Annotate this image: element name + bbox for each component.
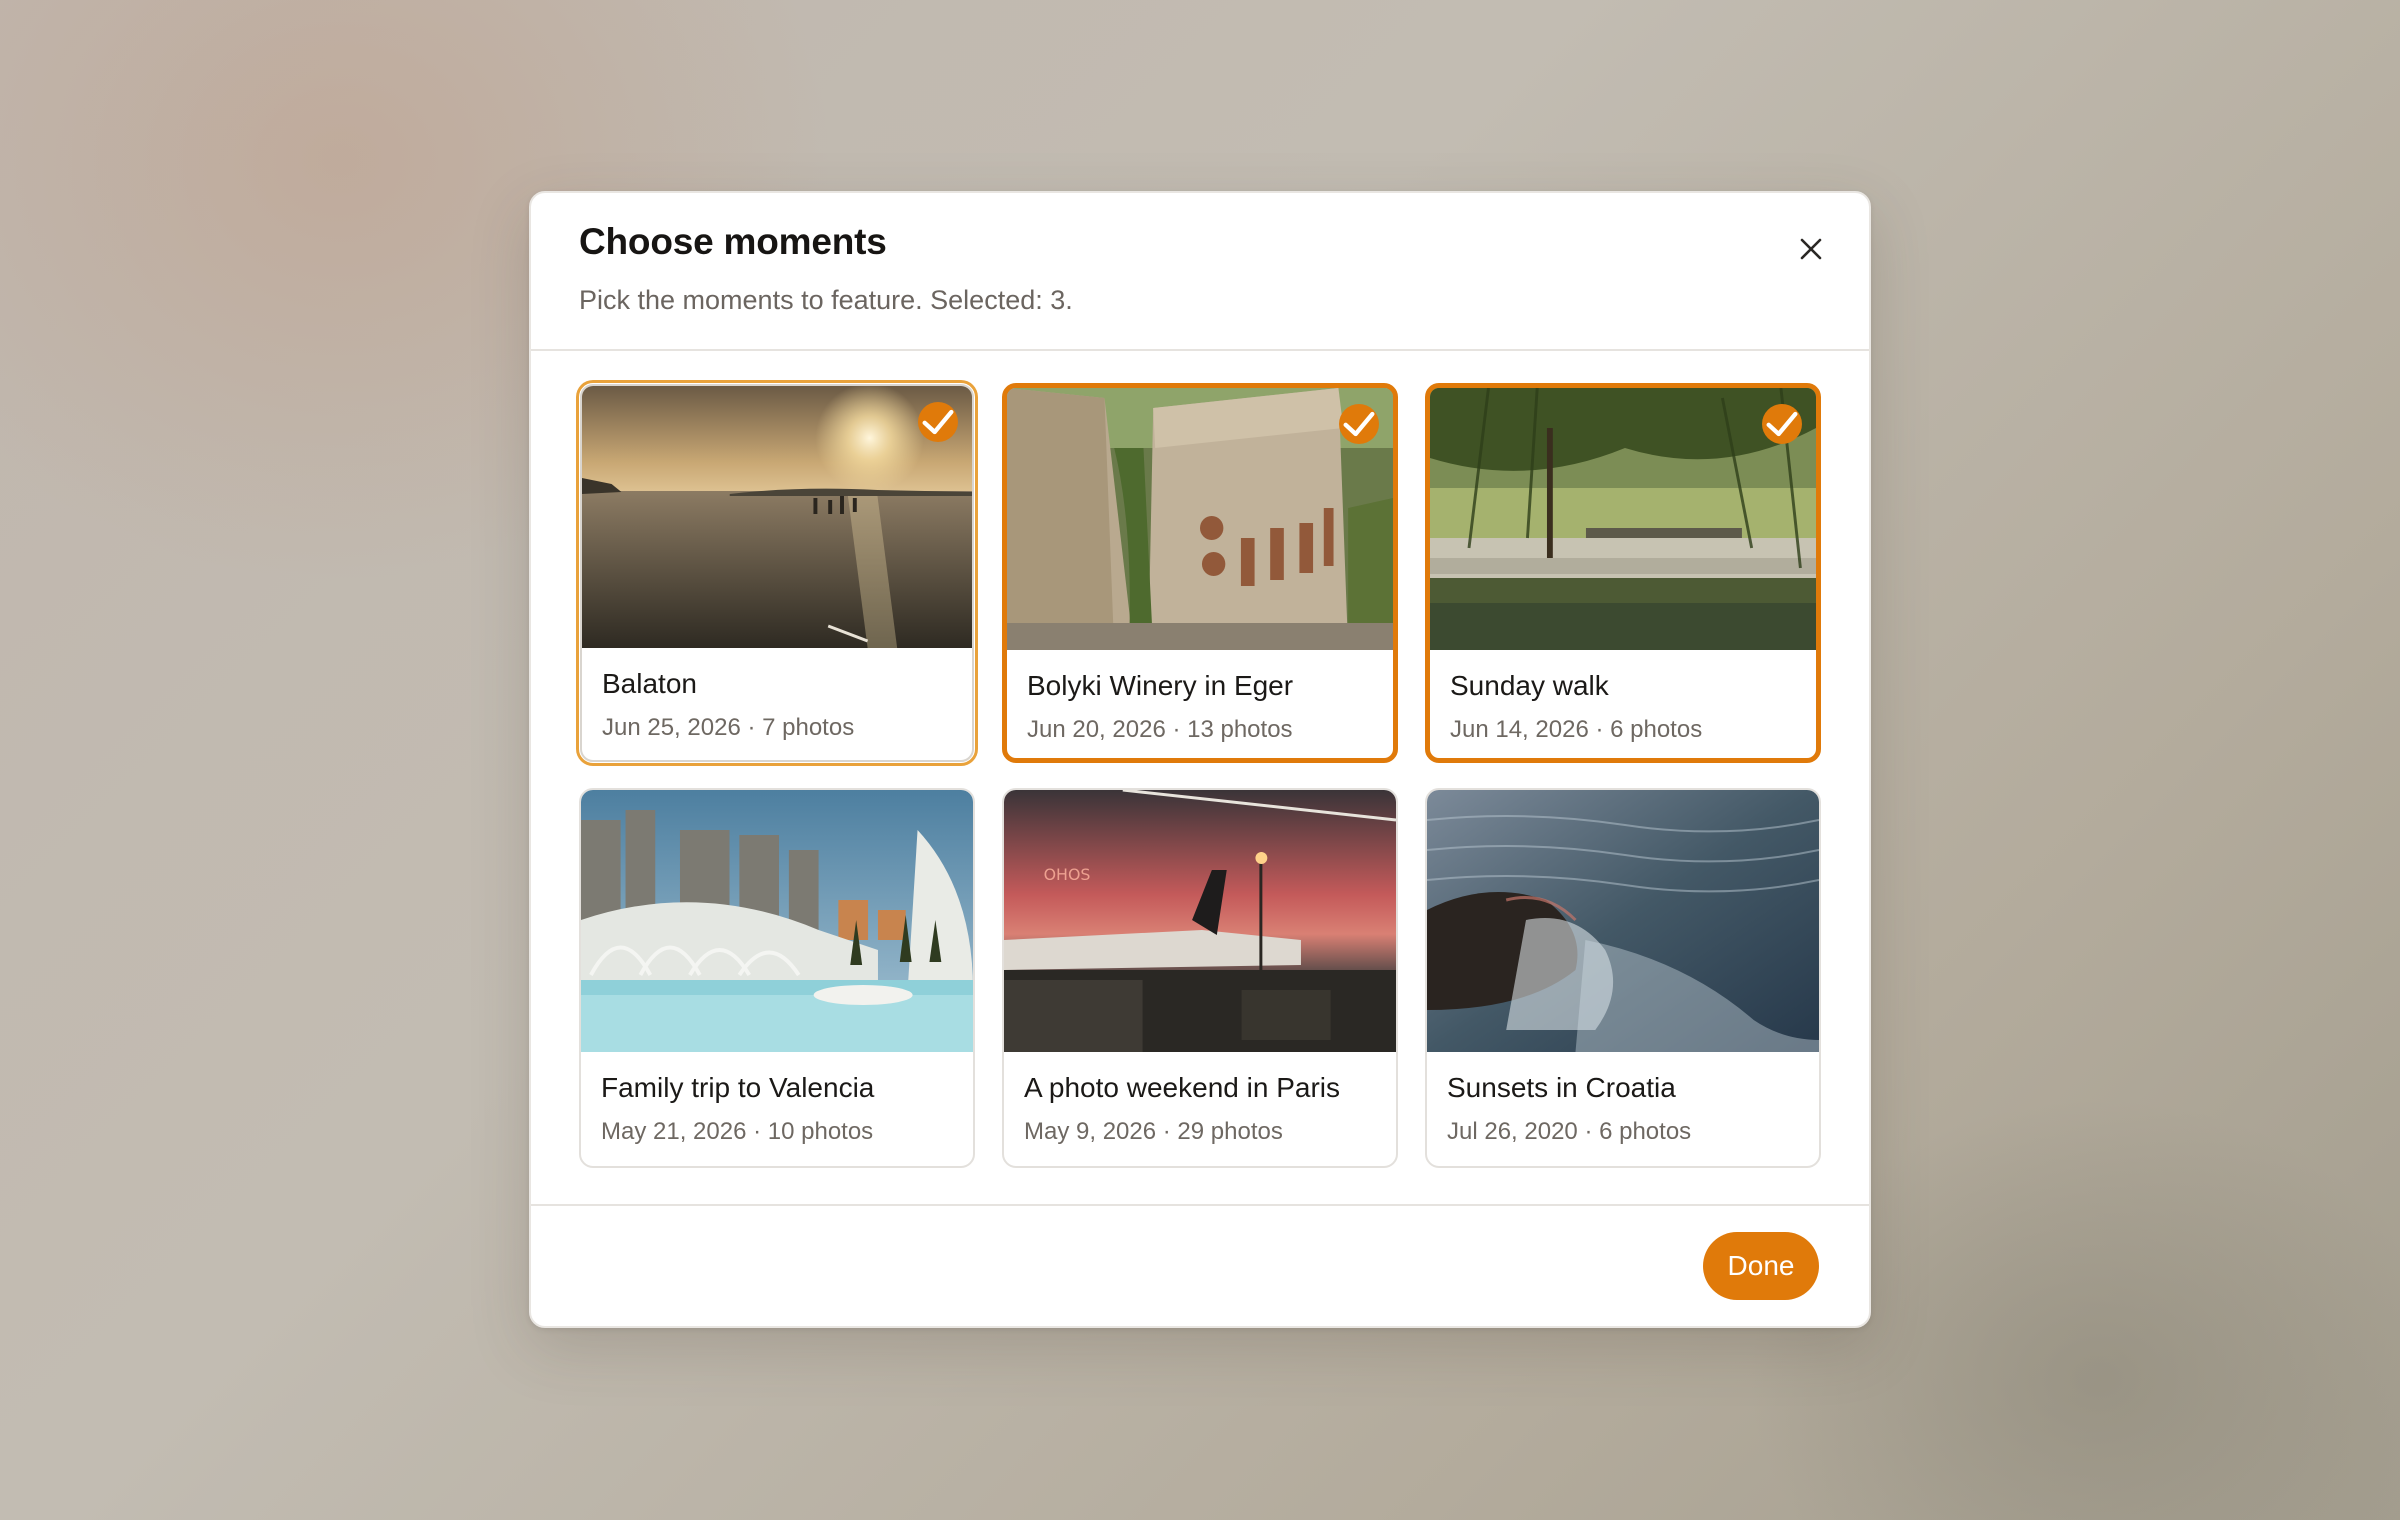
moment-thumbnail bbox=[1430, 388, 1816, 650]
moment-thumbnail: OHOS bbox=[1004, 790, 1396, 1052]
choose-moments-dialog: Choose moments Pick the moments to featu… bbox=[529, 191, 1871, 1328]
moment-title: Family trip to Valencia bbox=[601, 1072, 875, 1103]
moment-title: Sunday walk bbox=[1450, 670, 1609, 701]
moment-meta: May 9, 2026 · 29 photos bbox=[1024, 1118, 1283, 1145]
close-icon bbox=[1800, 238, 1822, 260]
moment-meta: Jun 25, 2026 · 7 photos bbox=[602, 714, 855, 741]
moment-card-valencia[interactable]: Family trip to Valencia May 21, 2026 · 1… bbox=[579, 788, 975, 1168]
moment-card-sunday-walk[interactable]: Sunday walk Jun 14, 2026 · 6 photos bbox=[1425, 383, 1821, 763]
moment-title: Sunsets in Croatia bbox=[1447, 1072, 1676, 1103]
selected-check-badge bbox=[1339, 404, 1379, 444]
check-icon bbox=[1766, 411, 1798, 437]
moment-thumbnail bbox=[1007, 388, 1393, 650]
selected-check-badge bbox=[1762, 404, 1802, 444]
moment-title: Balaton bbox=[602, 668, 697, 699]
moment-thumbnail bbox=[581, 790, 973, 1052]
dialog-subtitle: Pick the moments to feature. Selected: 3… bbox=[579, 285, 1073, 315]
moment-card-balaton[interactable]: Balaton Jun 25, 2026 · 7 photos bbox=[579, 383, 975, 763]
dialog-header: Choose moments Pick the moments to featu… bbox=[531, 193, 1869, 351]
dialog-title: Choose moments bbox=[579, 221, 887, 262]
moment-meta: Jun 14, 2026 · 6 photos bbox=[1450, 716, 1703, 743]
check-icon bbox=[1343, 411, 1375, 437]
moment-card-croatia[interactable]: Sunsets in Croatia Jul 26, 2020 · 6 phot… bbox=[1425, 788, 1821, 1168]
moment-title: Bolyki Winery in Eger bbox=[1027, 670, 1294, 701]
moment-thumbnail bbox=[582, 386, 972, 648]
done-button[interactable]: Done bbox=[1703, 1232, 1819, 1300]
moment-card-bolyki-winery[interactable]: Bolyki Winery in Eger Jun 20, 2026 · 13 … bbox=[1002, 383, 1398, 763]
moment-meta: Jun 20, 2026 · 13 photos bbox=[1027, 716, 1293, 743]
moment-meta: Jul 26, 2020 · 6 photos bbox=[1447, 1118, 1692, 1145]
moment-meta: May 21, 2026 · 10 photos bbox=[601, 1118, 874, 1145]
close-button[interactable] bbox=[1787, 225, 1835, 273]
moment-thumbnail bbox=[1427, 790, 1819, 1052]
check-icon bbox=[922, 409, 954, 435]
svg-text:OHOS: OHOS bbox=[1044, 865, 1091, 884]
moment-title: A photo weekend in Paris bbox=[1024, 1072, 1340, 1103]
moment-card-paris[interactable]: OHOS A photo weekend in Paris May 9, 202… bbox=[1002, 788, 1398, 1168]
moments-grid: Balaton Jun 25, 2026 · 7 photos Bolyki W… bbox=[579, 383, 1821, 1168]
selected-check-badge bbox=[918, 402, 958, 442]
dialog-footer: Done bbox=[531, 1204, 1869, 1326]
